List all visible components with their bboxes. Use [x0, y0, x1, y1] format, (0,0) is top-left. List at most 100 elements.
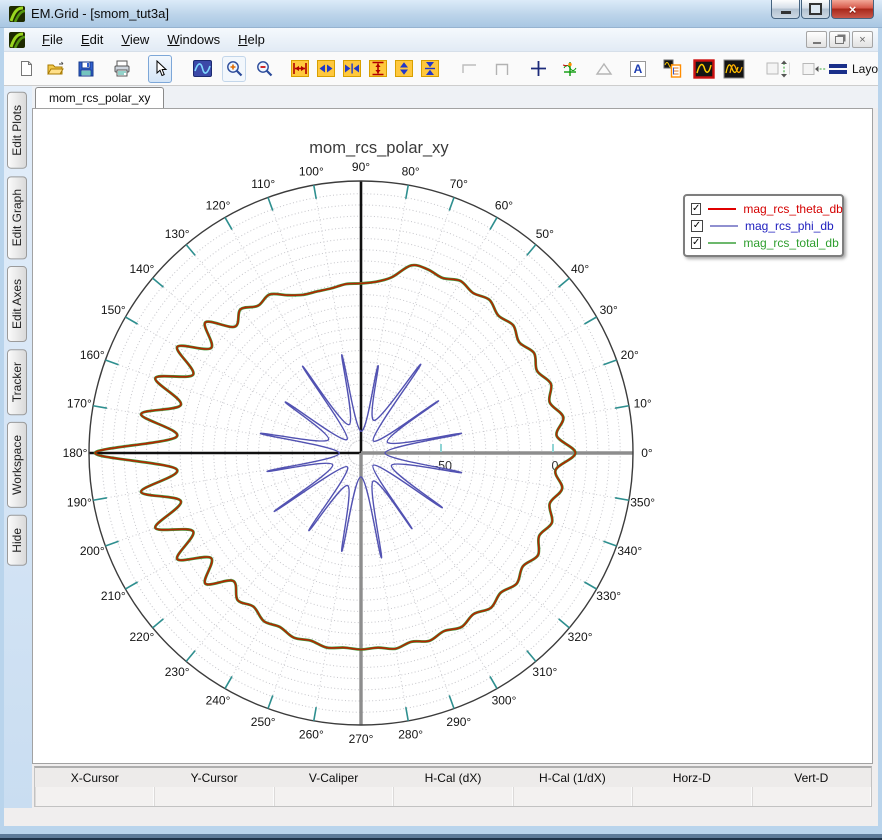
status-value-x-cursor	[35, 787, 155, 806]
mdi-close-button[interactable]: ×	[852, 31, 873, 48]
multi-trace-button[interactable]	[722, 56, 746, 82]
toolbar: A Layout	[4, 52, 878, 86]
pointer-tool-button[interactable]	[148, 54, 172, 83]
zoom-out-button[interactable]	[252, 56, 276, 82]
grid-spoke	[371, 458, 597, 590]
angle-label-10: 10°	[634, 396, 652, 410]
expand-y-button[interactable]	[366, 56, 390, 82]
angle-label-120: 120°	[206, 198, 231, 212]
angle-tick	[603, 359, 617, 366]
legend-label: mag_rcs_phi_db	[745, 218, 834, 233]
sidebar-tab-workspace[interactable]: Workspace	[7, 422, 27, 509]
sidebar-tab-tracker[interactable]: Tracker	[7, 349, 27, 416]
angle-label-160: 160°	[80, 348, 105, 362]
status-column-x-cursor: X-Cursor	[70, 770, 119, 785]
text-label-button[interactable]: A	[626, 56, 650, 82]
legend-label: mag_rcs_theta_db	[743, 201, 843, 216]
widen-y-button[interactable]	[392, 56, 416, 82]
sidebar-tab-hide[interactable]: Hide	[7, 515, 27, 566]
angle-tick	[558, 618, 570, 629]
angle-label-140: 140°	[129, 262, 154, 276]
rect-select-button[interactable]	[490, 56, 514, 82]
link-horizontal-button[interactable]	[802, 56, 826, 82]
window-frame-bottom	[0, 826, 882, 834]
expand-x-icon	[291, 60, 309, 77]
legend-line-sample	[708, 241, 737, 244]
angle-tick	[489, 217, 498, 230]
link-vertical-button[interactable]	[766, 56, 790, 82]
close-button[interactable]: ×	[831, 0, 874, 19]
menu-view[interactable]: View	[112, 29, 158, 50]
sidebar-tab-edit-axes[interactable]: Edit Axes	[7, 266, 27, 343]
zoom-in-icon	[226, 61, 242, 77]
sidebar-tab-edit-plots[interactable]: Edit Plots	[7, 92, 27, 169]
legend-checkbox-mag-rcs-phi-db[interactable]: ✓	[691, 219, 703, 232]
chart-title: mom_rcs_polar_xy	[309, 139, 449, 157]
angle-tick	[92, 404, 108, 409]
window-frame-right	[878, 28, 882, 840]
mdi-restore-button[interactable]	[829, 31, 850, 48]
crosshair-button[interactable]	[526, 56, 550, 82]
maximize-button[interactable]	[801, 0, 830, 19]
new-file-button[interactable]	[14, 56, 38, 82]
print-icon	[114, 60, 130, 77]
angle-tick	[125, 316, 138, 325]
region-select-button[interactable]	[458, 56, 482, 82]
grid-spoke	[364, 197, 455, 442]
angle-label-240: 240°	[206, 694, 231, 708]
grid-spoke	[267, 197, 358, 442]
legend-row-mag-rcs-phi-db: ✓ mag_rcs_phi_db	[691, 217, 836, 234]
cursor-status-bar: X-Cursor Y-Cursor V-Caliper H-Cal (dX) H-Cal…	[34, 766, 872, 807]
restore-icon	[809, 3, 822, 15]
grid-spoke	[152, 277, 353, 446]
single-trace-button[interactable]	[692, 56, 716, 82]
menu-edit[interactable]: Edit	[72, 29, 112, 50]
minimize-icon	[780, 11, 791, 14]
angle-label-110: 110°	[251, 177, 275, 191]
grid-spoke	[364, 464, 455, 709]
angle-tick	[185, 650, 196, 662]
sidebar-tab-edit-graph[interactable]: Edit Graph	[7, 175, 27, 260]
minimize-button[interactable]	[771, 0, 800, 19]
triangle-marker-button[interactable]	[592, 56, 616, 82]
legend-editor-button[interactable]	[660, 56, 684, 82]
angle-label-320: 320°	[568, 630, 593, 644]
zoom-in-button[interactable]	[222, 55, 246, 82]
new-file-icon	[20, 61, 32, 76]
plot-area[interactable]: -50 0 0° 10° 20° 30° 40° 50° 60° 70° 80° 90° 100° 110…	[32, 108, 873, 764]
angle-tick	[405, 184, 410, 200]
legend-checkbox-mag-rcs-theta-db[interactable]: ✓	[691, 202, 702, 215]
layout-button[interactable]: Layout	[828, 62, 878, 76]
widen-x-button[interactable]	[314, 56, 338, 82]
print-button[interactable]	[110, 56, 134, 82]
narrow-y-icon	[421, 60, 439, 77]
plot-icon	[192, 60, 212, 77]
plot-tab-mom-rcs-polar-xy[interactable]: mom_rcs_polar_xy	[35, 87, 165, 108]
tracker-button[interactable]	[558, 56, 582, 82]
angle-label-250: 250°	[251, 715, 276, 729]
open-file-button[interactable]	[44, 56, 68, 82]
angle-tick	[224, 676, 233, 689]
angle-tick	[312, 706, 317, 722]
crosshair-icon	[530, 61, 546, 76]
widen-x-icon	[317, 60, 335, 77]
angle-tick	[312, 184, 317, 200]
legend-row-mag-rcs-total-db: ✓ mag_rcs_total_db	[691, 234, 839, 251]
grid-spoke	[267, 464, 358, 709]
link-horizontal-icon	[802, 62, 826, 75]
zoom-out-icon	[256, 61, 272, 77]
pointer-icon	[156, 60, 168, 77]
mdi-minimize-button[interactable]	[806, 31, 827, 48]
layout-icon	[829, 63, 847, 74]
narrow-y-button[interactable]	[418, 56, 442, 82]
menu-file[interactable]: File	[33, 29, 72, 50]
legend-line-sample	[708, 207, 737, 210]
menu-help[interactable]: Help	[229, 29, 274, 50]
narrow-x-button[interactable]	[340, 56, 364, 82]
legend-checkbox-mag-rcs-total-db[interactable]: ✓	[691, 236, 702, 249]
menu-windows[interactable]: Windows	[158, 29, 229, 50]
expand-x-button[interactable]	[288, 56, 312, 82]
plot-view-button[interactable]	[190, 56, 214, 82]
save-button[interactable]	[74, 56, 98, 82]
document-icon[interactable]	[9, 31, 26, 49]
